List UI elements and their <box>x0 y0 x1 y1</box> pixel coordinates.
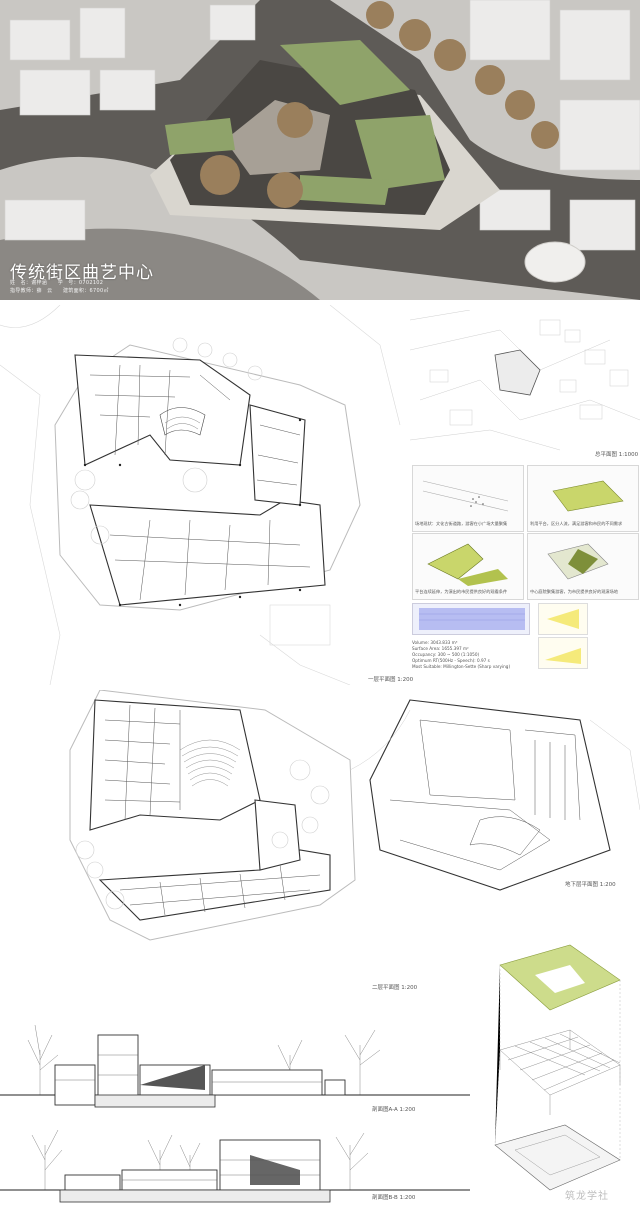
site-plan: 总平面图 1:1000 <box>409 309 640 460</box>
exploded-axonometric: 筑龙学社 <box>480 935 640 1209</box>
analysis-diagram-1: 场地现状：文化古街道路，游客在小广场大量聚集 <box>412 465 524 532</box>
second-floor-plan <box>30 689 360 990</box>
second-floor-plan-drawing <box>69 689 356 941</box>
sound-ray-diagram-2 <box>538 637 588 669</box>
site-plan-drawing <box>409 309 640 451</box>
first-floor-plan: 一层平面图 1:200 <box>0 304 414 686</box>
aerial-rendering-drawing <box>0 0 640 300</box>
analysis-diagram-2: 利用平台，区分人流，满足游客和市民的不同需求 <box>527 465 639 532</box>
section-a-a-drawing <box>0 1024 470 1108</box>
acoustic-suitable: Most Suitable: Millington-Sette (Sharp v… <box>412 664 511 669</box>
basement-plan: 地下层平面图 1:200 <box>349 690 640 915</box>
section-b-b: 剖面图B-B 1:200 <box>0 1115 470 1205</box>
analysis-diagram-2-drawing <box>552 480 624 512</box>
analysis-diagram-4: 中心庭院聚集游客，为市民提供良好的观演场地 <box>527 533 639 600</box>
student-info: 姓 名：谢梓涵 学 号：0702102 <box>10 280 104 286</box>
analysis-step-2: 利用平台，区分人流，满足游客和市民的不同需求 <box>530 521 623 526</box>
sound-ray-diagram-2-drawing <box>545 648 581 664</box>
exploded-axonometric-drawing <box>494 944 621 1191</box>
analysis-diagram-3-drawing <box>427 543 508 586</box>
analysis-diagram-4-drawing <box>547 543 609 580</box>
sound-ray-diagram-1-drawing <box>547 609 579 629</box>
section-a-a-caption: 剖面图A-A 1:200 <box>372 1107 416 1113</box>
section-b-b-drawing <box>0 1129 470 1203</box>
acoustic-chart <box>412 603 530 635</box>
analysis-diagram-3: 平台连续延伸，为演出的市民提供良好的观看条件 <box>412 533 524 600</box>
analysis-step-1: 场地现状：文化古街道路，游客在小广场大量聚集 <box>415 521 508 526</box>
sound-ray-diagram-1 <box>538 603 588 635</box>
project-info: 指导教师：薛 云 建筑面积：6700㎡ <box>10 288 109 294</box>
first-floor-plan-caption: 一层平面图 1:200 <box>368 677 414 683</box>
acoustic-data: Volume: 3043.833 m³ Surface Area: 1655.3… <box>412 640 532 670</box>
analysis-diagram-1-drawing <box>422 480 509 512</box>
section-b-b-caption: 剖面图B-B 1:200 <box>372 1195 416 1201</box>
second-floor-plan-caption: 二层平面图 1:200 <box>372 985 418 991</box>
watermark: 筑龙学社 <box>565 1191 609 1202</box>
acoustic-chart-drawing <box>419 608 525 630</box>
first-floor-plan-drawing <box>0 304 401 686</box>
aerial-rendering <box>0 0 640 300</box>
basement-plan-caption: 地下层平面图 1:200 <box>565 882 616 888</box>
analysis-step-3: 平台连续延伸，为演出的市民提供良好的观看条件 <box>415 589 508 594</box>
section-a-a: 剖面图A-A 1:200 <box>0 1010 470 1113</box>
analysis-step-4: 中心庭院聚集游客，为市民提供良好的观演场地 <box>530 589 618 594</box>
site-plan-caption: 总平面图 1:1000 <box>595 452 639 458</box>
